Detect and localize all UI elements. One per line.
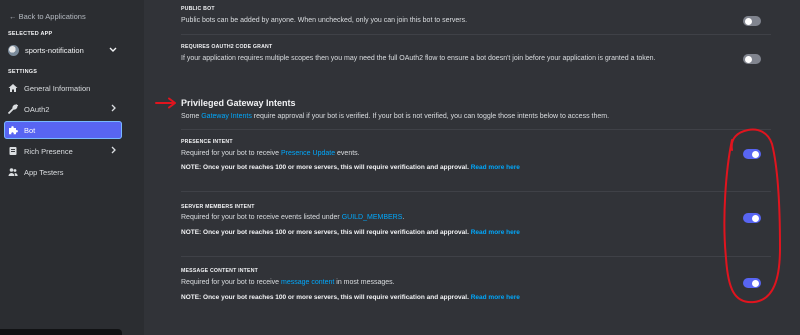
read-more-link[interactable]: Read more here <box>471 294 520 301</box>
presence-intent-note: NOTE: Once your bot reaches 100 or more … <box>181 164 520 171</box>
read-more-link[interactable]: Read more here <box>471 229 520 236</box>
toggle-knob <box>745 17 752 25</box>
wrench-icon <box>8 104 18 114</box>
text: NOTE: Once your bot reaches 100 or more … <box>181 229 471 236</box>
server-members-intent-note: NOTE: Once your bot reaches 100 or more … <box>181 229 520 236</box>
sidebar-item-label: Bot <box>24 125 36 135</box>
sidebar-item-label: OAuth2 <box>24 104 50 114</box>
public-bot-heading: PUBLIC BOT <box>181 6 215 12</box>
text: Required for your bot to receive <box>181 279 281 286</box>
message-content-intent-heading: MESSAGE CONTENT INTENT <box>181 268 259 274</box>
puzzle-icon <box>8 125 18 135</box>
chevron-right-icon <box>111 104 116 114</box>
sidebar-item-label: Rich Presence <box>24 146 73 156</box>
chevron-right-icon <box>111 146 116 156</box>
sidebar-item-label: App Testers <box>24 167 64 177</box>
app-name: sports-notification <box>25 45 84 55</box>
oauth2-code-grant-toggle[interactable] <box>743 54 761 64</box>
server-members-intent-description: Required for your bot to receive events … <box>181 214 404 221</box>
user-panel-edge <box>0 329 122 335</box>
sidebar-item-rich-presence[interactable]: Rich Presence <box>4 142 122 160</box>
sidebar-item-app-testers[interactable]: App Testers <box>4 163 122 181</box>
divider <box>181 34 771 35</box>
text: require approval if your bot is verified… <box>251 113 610 120</box>
text: in most messages. <box>334 279 395 286</box>
text: NOTE: Once your bot reaches 100 or more … <box>181 294 471 301</box>
app-selector[interactable]: sports-notification <box>5 41 121 59</box>
presence-update-link[interactable]: Presence Update <box>281 150 335 157</box>
app-avatar <box>8 44 19 56</box>
oauth2-code-grant-heading: REQUIRES OAUTH2 CODE GRANT <box>181 44 273 50</box>
toggle-knob <box>745 55 752 63</box>
bot-settings-panel: PUBLIC BOT Public bots can be added by a… <box>144 0 800 335</box>
message-content-intent-description: Required for your bot to receive message… <box>181 279 395 286</box>
annotation-circle-icon <box>723 128 782 304</box>
users-icon <box>8 167 18 177</box>
read-more-link[interactable]: Read more here <box>471 164 520 171</box>
text: Some <box>181 113 202 120</box>
server-members-intent-heading: SERVER MEMBERS INTENT <box>181 204 255 210</box>
gateway-intents-link[interactable]: Gateway Intents <box>201 113 252 120</box>
sidebar-item-general-information[interactable]: General Information <box>4 79 122 97</box>
message-content-intent-note: NOTE: Once your bot reaches 100 or more … <box>181 294 520 301</box>
sidebar: ← Back to Applications SELECTED APP spor… <box>0 0 144 335</box>
text: Required for your bot to receive <box>181 150 281 157</box>
text: events. <box>335 150 360 157</box>
sidebar-item-oauth2[interactable]: OAuth2 <box>4 100 122 118</box>
message-content-link[interactable]: message content <box>281 279 334 286</box>
chevron-down-icon <box>109 46 117 55</box>
privileged-intents-description: Some Gateway Intents require approval if… <box>181 113 609 120</box>
privileged-gateway-intents-title: Privileged Gateway Intents <box>181 98 296 108</box>
sidebar-item-label: General Information <box>24 83 91 93</box>
public-bot-toggle[interactable] <box>743 16 761 26</box>
public-bot-description: Public bots can be added by anyone. When… <box>181 17 468 24</box>
document-icon <box>8 146 18 156</box>
divider <box>181 191 771 192</box>
text: NOTE: Once your bot reaches 100 or more … <box>181 164 471 171</box>
home-icon <box>8 83 18 93</box>
annotation-arrow-icon <box>155 97 176 109</box>
back-to-applications-link[interactable]: ← Back to Applications <box>9 12 86 21</box>
text: Required for your bot to receive events … <box>181 214 342 221</box>
presence-intent-heading: PRESENCE INTENT <box>181 139 233 145</box>
selected-app-heading: SELECTED APP <box>8 31 53 37</box>
presence-intent-description: Required for your bot to receive Presenc… <box>181 150 360 157</box>
guild-members-link[interactable]: GUILD_MEMBERS <box>342 214 403 221</box>
divider <box>181 129 771 130</box>
divider <box>181 256 771 257</box>
sidebar-item-bot[interactable]: Bot <box>4 121 122 139</box>
text: . <box>402 214 405 221</box>
oauth2-code-grant-description: If your application requires multiple sc… <box>181 55 656 62</box>
settings-heading: SETTINGS <box>8 69 38 75</box>
